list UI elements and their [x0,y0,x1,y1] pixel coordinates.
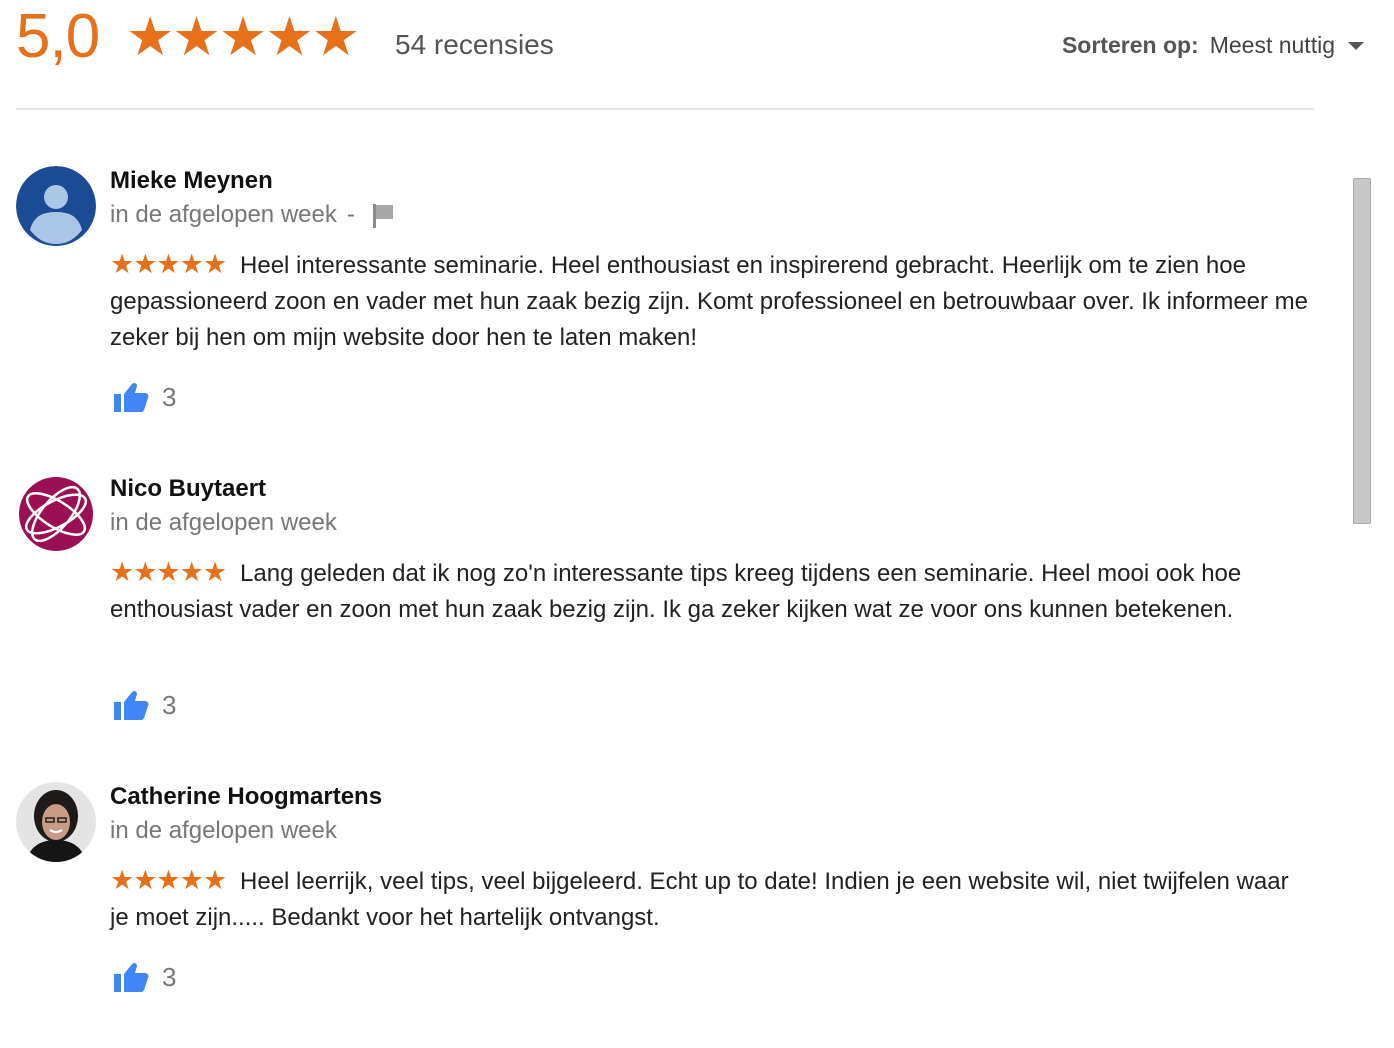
review-count: 54 recensies [395,29,554,60]
like-button[interactable]: 3 [112,380,176,414]
globe-logo-avatar-icon[interactable] [16,474,96,554]
review-stars: ★★★★★ [110,557,227,587]
review-text: Heel interessante seminarie. Heel enthou… [110,252,1309,351]
meta-separator: - [346,201,355,228]
thumbs-up-icon [114,962,149,992]
reviewer-name[interactable]: Catherine Hoogmartens [110,782,382,812]
sort-label: Sorteren op: [1061,32,1199,58]
review-text: Lang geleden dat ik nog zo'n interessant… [110,560,1242,623]
reviewer-name[interactable]: Nico Buytaert [110,474,266,504]
review-stars: ★★★★★ [110,249,227,279]
review-meta: in de afgelopen week [110,508,337,538]
chevron-down-icon [1348,42,1364,50]
default-person-avatar-icon[interactable] [16,166,96,246]
reviews-header: 5,0 ★★★★★ 54 recensies Sorteren op: Mees… [0,0,1394,110]
reviewer-name[interactable]: Mieke Meynen [110,166,273,196]
like-count: 3 [162,962,177,992]
portrait-photo-avatar-icon[interactable] [16,782,96,862]
review-body: ★★★★★ Lang geleden dat ik nog zo'n intere… [110,554,1310,628]
review-time: in de afgelopen week [110,817,337,844]
sort-value: Meest nuttig [1209,32,1335,58]
review-body: ★★★★★ Heel leerrijk, veel tips, veel bijg… [110,862,1310,936]
average-stars: ★★★★★ [126,7,360,67]
review-body: ★★★★★ Heel interessante seminarie. Heel e… [110,246,1310,356]
review-meta: in de afgelopen week [110,816,337,846]
flag-icon[interactable] [371,202,395,228]
review-time: in de afgelopen week [110,509,337,536]
header-divider [16,108,1314,110]
like-button[interactable]: 3 [112,960,176,994]
like-count: 3 [162,382,177,412]
review-meta: in de afgelopen week - [110,200,395,230]
average-score: 5,0 [16,2,100,71]
review-time: in de afgelopen week [110,201,337,228]
review-stars: ★★★★★ [110,865,227,895]
review-text: Heel leerrijk, veel tips, veel bijgeleer… [110,868,1289,931]
scrollbar-thumb[interactable] [1353,178,1371,524]
like-count: 3 [162,690,177,720]
thumbs-up-icon [114,690,149,720]
like-button[interactable]: 3 [112,688,176,722]
sort-dropdown[interactable]: Sorteren op: Meest nuttig [1062,30,1364,60]
thumbs-up-icon [114,382,149,412]
